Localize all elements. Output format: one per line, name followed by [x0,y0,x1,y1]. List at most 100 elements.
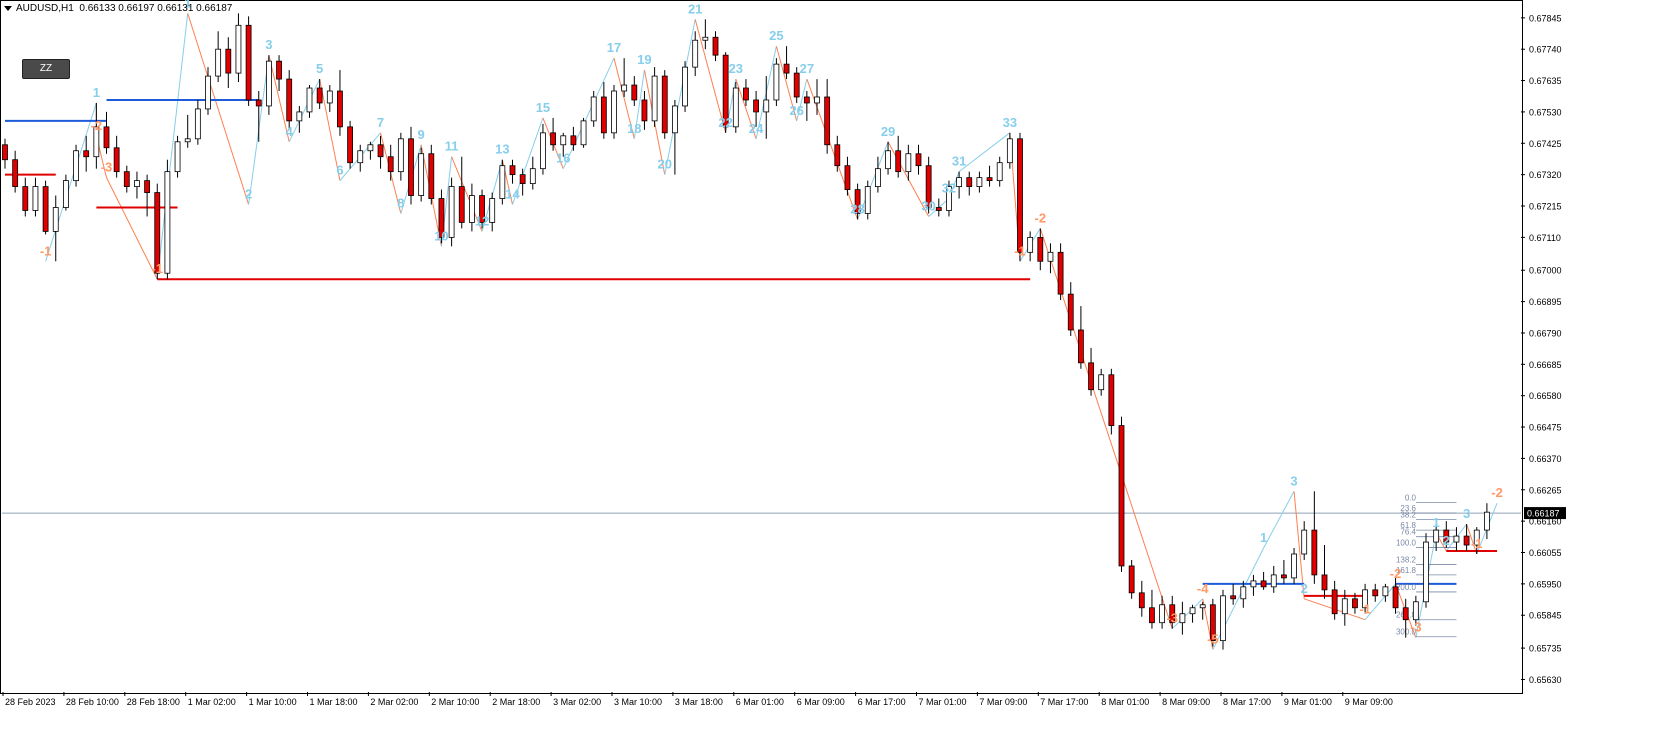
bull-candle[interactable] [418,153,425,196]
bull-candle[interactable] [63,180,69,208]
bull-candle[interactable] [32,186,39,211]
bull-candle[interactable] [702,36,709,41]
bear-candle[interactable] [144,180,151,193]
header-dropdown-icon[interactable] [4,5,12,11]
bull-candle[interactable] [611,90,617,134]
bull-candle[interactable] [134,180,140,187]
bear-candle[interactable] [377,144,384,158]
bull-candle[interactable] [996,162,1003,182]
bear-candle[interactable] [1331,589,1338,615]
bull-candle[interactable] [1006,138,1013,164]
bull-candle[interactable] [1098,374,1105,391]
bull-candle[interactable] [732,87,739,128]
bear-candle[interactable] [915,153,922,167]
bear-candle[interactable] [316,87,323,104]
bear-candle[interactable] [1078,329,1084,364]
bull-candle[interactable] [397,138,404,173]
bull-candle[interactable] [814,96,820,104]
bear-candle[interactable] [753,99,759,113]
bear-candle[interactable] [1037,236,1044,262]
bull-candle[interactable] [529,168,536,185]
bear-candle[interactable] [225,48,232,74]
bull-candle[interactable] [864,186,871,214]
bear-candle[interactable] [1118,425,1125,567]
bull-candle[interactable] [164,171,171,274]
bull-candle[interactable] [1341,598,1348,615]
bull-candle[interactable] [682,66,688,107]
bull-candle[interactable] [367,144,374,152]
bull-candle[interactable] [560,135,567,146]
bear-candle[interactable] [986,177,993,182]
bull-candle[interactable] [326,90,333,104]
bear-candle[interactable] [1402,607,1409,621]
bear-candle[interactable] [966,177,973,187]
bull-candle[interactable] [773,63,780,101]
bear-candle[interactable] [793,72,800,98]
bear-candle[interactable] [641,99,648,122]
bear-candle[interactable] [550,132,556,146]
bull-candle[interactable] [1179,613,1186,624]
bear-candle[interactable] [1463,535,1470,546]
bear-candle[interactable] [1230,595,1237,600]
bear-candle[interactable] [1372,589,1379,597]
bear-candle[interactable] [803,96,810,104]
bull-candle[interactable] [1199,604,1206,609]
bear-candle[interactable] [428,153,435,199]
bear-candle[interactable] [12,159,19,187]
bull-candle[interactable] [1412,601,1419,621]
bull-candle[interactable] [52,207,59,232]
bear-candle[interactable] [2,144,8,161]
bear-candle[interactable] [347,126,354,164]
bear-candle[interactable] [712,36,719,56]
bull-candle[interactable] [1159,604,1165,624]
bear-candle[interactable] [661,75,668,134]
bear-candle[interactable] [83,150,90,158]
bull-candle[interactable] [540,132,546,170]
bull-candle[interactable] [306,87,313,113]
bull-candle[interactable] [1270,574,1277,588]
bear-candle[interactable] [408,138,414,196]
bear-candle[interactable] [123,171,130,187]
bull-candle[interactable] [1240,586,1247,600]
bull-candle[interactable] [1047,251,1054,262]
bear-candle[interactable] [743,87,749,101]
bull-candle[interactable] [1453,535,1460,543]
bull-candle[interactable] [956,177,962,187]
bear-candle[interactable] [1128,565,1135,594]
bear-candle[interactable] [895,150,902,173]
zz-button[interactable]: ZZ [22,59,70,79]
bear-candle[interactable] [824,96,831,146]
bull-candle[interactable] [1250,580,1257,588]
bear-candle[interactable] [1260,580,1267,588]
bull-candle[interactable] [265,60,272,107]
bull-candle[interactable] [905,153,912,173]
bull-candle[interactable] [651,75,658,122]
bull-candle[interactable] [976,177,983,187]
bull-candle[interactable] [184,138,191,143]
bear-candle[interactable] [387,156,394,173]
bear-candle[interactable] [1057,251,1064,295]
bull-candle[interactable] [468,195,475,223]
bull-candle[interactable] [672,105,678,134]
bear-candle[interactable] [1311,529,1318,576]
bear-candle[interactable] [1108,374,1115,426]
bear-candle[interactable] [834,144,841,167]
bear-candle[interactable] [1138,592,1145,609]
bull-candle[interactable] [1301,529,1308,555]
bear-candle[interactable] [286,78,293,122]
bull-candle[interactable] [763,99,770,113]
bear-candle[interactable] [1149,607,1155,624]
bear-candle[interactable] [245,24,252,101]
bull-candle[interactable] [621,84,628,92]
bear-candle[interactable] [509,165,516,176]
bull-candle[interactable] [296,111,303,122]
bull-candle[interactable] [1220,595,1226,642]
bull-candle[interactable] [194,108,201,140]
bear-candle[interactable] [103,126,110,149]
bull-candle[interactable] [885,150,891,170]
bear-candle[interactable] [1352,598,1358,609]
bull-candle[interactable] [1291,553,1297,579]
bear-candle[interactable] [255,99,262,107]
bear-candle[interactable] [458,186,465,223]
bear-candle[interactable] [1088,362,1094,391]
